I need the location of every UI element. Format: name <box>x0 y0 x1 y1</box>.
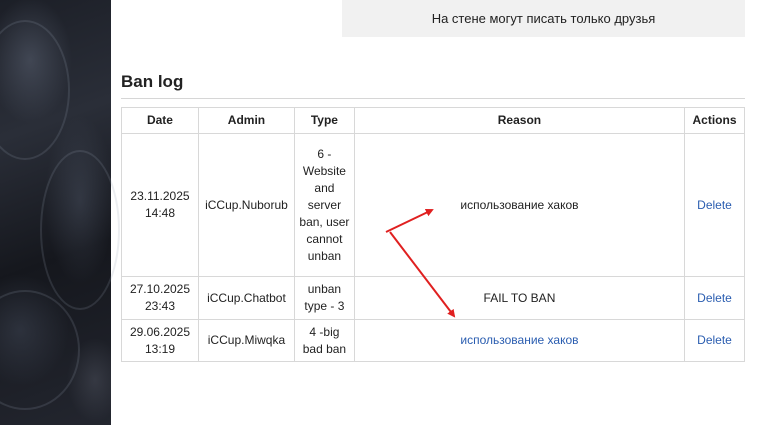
column-header-actions: Actions <box>684 107 745 134</box>
column-header-admin: Admin <box>197 107 295 134</box>
wall-notice: На стене могут писать только друзья <box>342 0 745 37</box>
reason-link[interactable]: использование хаков <box>460 333 578 347</box>
table-row: 27.10.2025 23:43 iCCup.Chatbot unban typ… <box>121 276 745 320</box>
cell-admin: iCCup.Chatbot <box>197 276 295 320</box>
title-divider <box>121 98 745 99</box>
cell-date: 23.11.2025 14:48 <box>121 133 199 277</box>
cell-date: 29.06.2025 13:19 <box>121 319 199 362</box>
cell-actions: Delete <box>684 276 745 320</box>
cell-admin: iCCup.Miwqka <box>197 319 295 362</box>
cell-actions: Delete <box>684 133 745 277</box>
cell-actions: Delete <box>684 319 745 362</box>
date-day: 23.11.2025 <box>130 189 190 203</box>
side-art-stroke <box>40 150 120 310</box>
cell-type: 6 - Website and server ban, user cannot … <box>293 133 355 277</box>
date-time: 13:19 <box>144 341 175 356</box>
date-day: 29.06.2025 <box>129 324 191 339</box>
table-row: 29.06.2025 13:19 iCCup.Miwqka 4 -big bad… <box>121 319 745 362</box>
column-header-date: Date <box>121 107 199 134</box>
side-art-stroke <box>0 290 80 410</box>
delete-button[interactable]: Delete <box>697 333 732 347</box>
table-header-row: Date Admin Type Reason Actions <box>121 107 745 134</box>
table-row: 23.11.2025 14:48 iCCup.Nuborub 6 - Websi… <box>121 133 745 277</box>
cell-date: 27.10.2025 23:43 <box>121 276 199 320</box>
cell-reason: использование хаков <box>353 133 686 277</box>
cell-reason: FAIL TO BAN <box>353 276 686 320</box>
cell-type: unban type - 3 <box>293 276 355 320</box>
side-art-stroke <box>0 20 70 160</box>
side-background-art <box>0 0 120 425</box>
ban-log-title: Ban log <box>121 72 184 91</box>
ban-log-table: Date Admin Type Reason Actions 23.11.202… <box>121 107 745 362</box>
column-header-type: Type <box>293 107 355 134</box>
cell-admin: iCCup.Nuborub <box>197 133 295 277</box>
date-time: 14:48 <box>144 206 175 220</box>
column-header-reason: Reason <box>353 107 686 134</box>
cell-type: 4 -big bad ban <box>293 319 355 362</box>
delete-button[interactable]: Delete <box>697 291 732 305</box>
cell-reason: использование хаков <box>353 319 686 362</box>
date-time: 23:43 <box>144 299 175 313</box>
delete-button[interactable]: Delete <box>697 198 732 212</box>
date-day: 27.10.2025 <box>129 282 191 296</box>
